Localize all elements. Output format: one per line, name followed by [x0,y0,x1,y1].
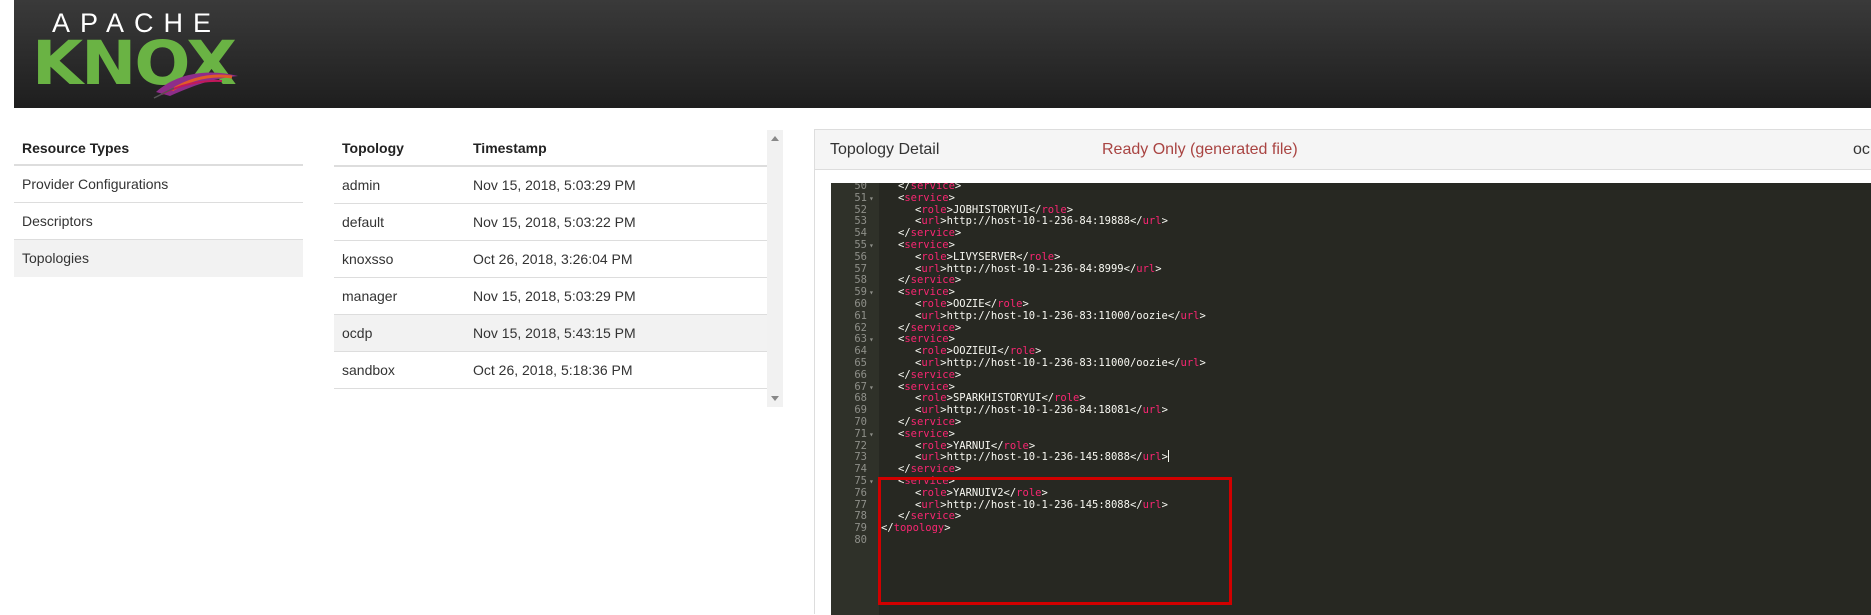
topology-detail-header: Topology Detail Ready Only (generated fi… [815,130,1871,170]
feather-icon [153,72,238,99]
apache-knox-logo[interactable]: APACHE KNOX [32,6,242,102]
timestamp-cell: Oct 26, 2018, 5:18:36 PM [465,351,767,389]
resource-type-descriptors[interactable]: Descriptors [14,203,303,240]
topology-list-scrollbar[interactable] [767,130,783,407]
resource-types-header: Resource Types [14,130,303,166]
topology-name-cell[interactable]: knoxsso [334,240,465,278]
annotation-highlight-box [878,477,1232,605]
read-only-status: Ready Only (generated file) [1102,141,1298,158]
timestamp-cell: Oct 26, 2018, 3:26:04 PM [465,240,767,278]
line-number: 80 [854,534,867,546]
timestamp-cell: Nov 15, 2018, 5:43:15 PM [465,314,767,352]
scroll-up-arrow-icon[interactable] [771,136,779,141]
timestamp-cell: Nov 15, 2018, 5:03:29 PM [465,166,767,204]
resource-type-topologies[interactable]: Topologies [14,240,303,277]
topology-list-panel: Topology Timestamp admin Nov 15, 2018, 5… [334,130,767,389]
column-header-timestamp[interactable]: Timestamp [465,130,767,167]
table-row[interactable]: default Nov 15, 2018, 5:03:22 PM [334,203,767,241]
table-row[interactable]: sandbox Oct 26, 2018, 5:18:36 PM [334,351,767,389]
timestamp-cell: Nov 15, 2018, 5:03:29 PM [465,277,767,315]
topology-name-cell[interactable]: manager [334,277,465,315]
topology-table: Topology Timestamp admin Nov 15, 2018, 5… [334,130,767,389]
table-row[interactable]: manager Nov 15, 2018, 5:03:29 PM [334,277,767,315]
resource-type-provider-configurations[interactable]: Provider Configurations [14,166,303,203]
topology-detail-title: Topology Detail [830,141,940,158]
topology-name-label: oc [1853,141,1870,158]
topology-name-cell[interactable]: sandbox [334,351,465,389]
topology-name-cell[interactable]: ocdp [334,314,465,352]
table-row[interactable]: admin Nov 15, 2018, 5:03:29 PM [334,166,767,204]
timestamp-cell: Nov 15, 2018, 5:03:22 PM [465,203,767,241]
table-row-selected[interactable]: ocdp Nov 15, 2018, 5:43:15 PM [334,314,767,352]
topology-name-cell[interactable]: admin [334,166,465,204]
topology-name-cell[interactable]: default [334,203,465,241]
table-row[interactable]: knoxsso Oct 26, 2018, 3:26:04 PM [334,240,767,278]
scroll-down-arrow-icon[interactable] [771,396,779,401]
resource-types-panel: Resource Types Provider Configurations D… [14,130,303,277]
table-header-row: Topology Timestamp [334,130,767,167]
app-header: APACHE KNOX [14,0,1871,108]
text-cursor [1167,450,1169,463]
column-header-topology[interactable]: Topology [334,130,465,167]
